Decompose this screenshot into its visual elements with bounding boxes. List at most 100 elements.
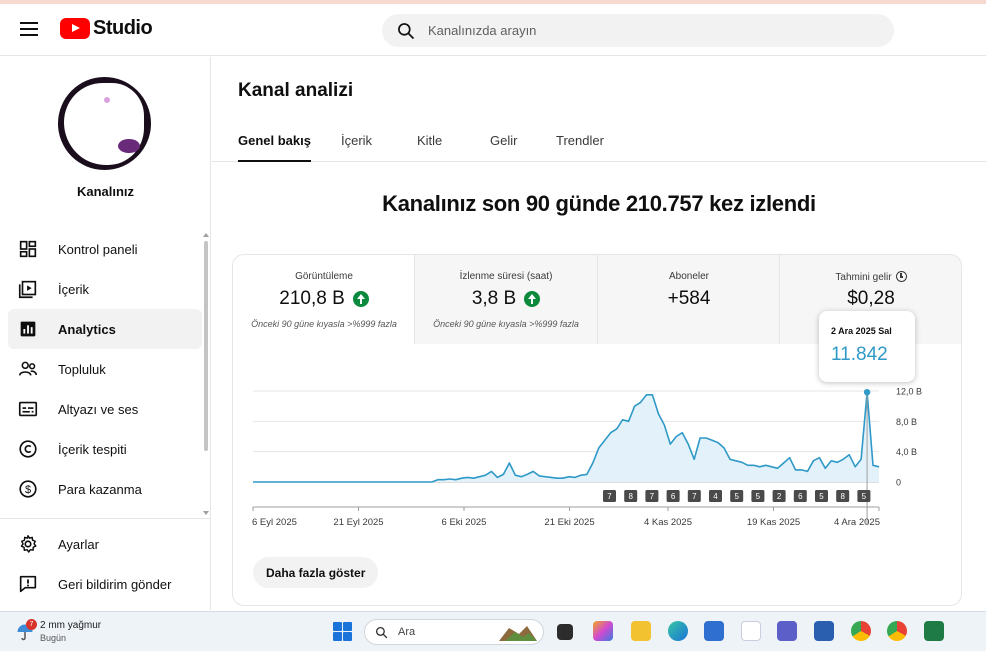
- analytics-tabs: Genel bakış İçerik Kitle Gelir Trendler: [212, 127, 986, 162]
- sidebar-item-subtitles[interactable]: Altyazı ve ses: [8, 389, 202, 429]
- main-content: Kanal analizi Genel bakış İçerik Kitle G…: [212, 57, 986, 610]
- sidebar-item-label: Para kazanma: [58, 481, 142, 497]
- chrome-profile-icon[interactable]: [887, 621, 907, 641]
- sidebar-nav: Kontrol paneli İçerik Analytics Topluluk…: [8, 229, 202, 509]
- mail-icon[interactable]: [741, 621, 761, 641]
- logo-text: Studio: [93, 17, 153, 39]
- weather-widget[interactable]: 7 2 mm yağmur Bugün: [14, 618, 154, 646]
- channel-avatar[interactable]: [58, 77, 151, 170]
- weather-title: 2 mm yağmur: [40, 620, 102, 631]
- dashboard-icon: [19, 240, 37, 258]
- x-tick-label: 21 Eki 2025: [544, 517, 594, 528]
- windows-start-icon[interactable]: [333, 622, 352, 641]
- community-icon: [18, 361, 38, 376]
- sidebar-item-label: Analytics: [58, 321, 116, 337]
- windows-taskbar: 7 2 mm yağmur Bugün Ara: [0, 611, 986, 651]
- video-marker-label: 5: [756, 492, 761, 501]
- y-tick-label: 8,0 B: [896, 417, 917, 427]
- highlighted-point: [863, 388, 871, 396]
- menu-icon[interactable]: [20, 22, 38, 36]
- content-icon: [18, 280, 37, 299]
- x-tick-label: 19 Kas 2025: [747, 517, 800, 528]
- search-icon: [398, 22, 415, 39]
- analytics-card: Görüntüleme 210,8 B Önceki 90 güne kıyas…: [232, 254, 962, 606]
- taskbar-search-label: Ara: [398, 626, 416, 638]
- video-marker-label: 5: [819, 492, 824, 501]
- show-more-button[interactable]: Daha fazla göster: [253, 557, 379, 588]
- chart-tooltip: 2 Ara 2025 Sal 11.842: [819, 311, 915, 382]
- x-tick-label: 4 Kas 2025: [644, 517, 692, 528]
- tooltip-date: 2 Ara 2025 Sal: [831, 326, 892, 336]
- sidebar-item-label: İçerik: [58, 281, 90, 297]
- edge-icon[interactable]: [668, 621, 688, 641]
- subtitles-icon: [18, 401, 38, 417]
- search-input[interactable]: [428, 23, 848, 38]
- series-area: [253, 392, 879, 482]
- scrollbar-thumb[interactable]: [204, 241, 208, 451]
- sidebar: Kanalınız Kontrol paneli İçerik Analytic…: [0, 57, 211, 610]
- monetization-icon: $: [19, 480, 37, 498]
- tab-audience[interactable]: Kitle: [417, 133, 442, 162]
- views-chart[interactable]: 12,0 B 8,0 B 4,0 B 0 7 8 7 6 7 4 5 5 2 6 5 8 5 6 Eyl 2025…: [233, 255, 962, 606]
- vpn-icon[interactable]: [814, 621, 834, 641]
- x-tick-label: 6 Eki 2025: [442, 517, 487, 528]
- youtube-logo-icon: [60, 18, 90, 39]
- tab-content[interactable]: İçerik: [341, 133, 372, 162]
- excel-icon[interactable]: [924, 621, 944, 641]
- task-view-icon[interactable]: [557, 624, 573, 640]
- sidebar-item-label: İçerik tespiti: [58, 441, 127, 457]
- chrome-icon[interactable]: [851, 621, 871, 641]
- video-marker-label: 7: [607, 492, 612, 501]
- sidebar-item-community[interactable]: Topluluk: [8, 349, 202, 389]
- y-tick-label: 12,0 B: [896, 387, 922, 397]
- teams-icon[interactable]: [777, 621, 797, 641]
- header: Studio: [0, 4, 986, 56]
- analytics-icon: [20, 321, 36, 337]
- sidebar-divider: [0, 518, 211, 519]
- scroll-down-arrow-icon[interactable]: [203, 511, 209, 515]
- page-title: Kanal analizi: [238, 80, 354, 101]
- sidebar-item-analytics[interactable]: Analytics: [8, 309, 202, 349]
- tab-revenue[interactable]: Gelir: [490, 133, 517, 162]
- search-bar[interactable]: [382, 14, 894, 47]
- settings-icon: [20, 535, 37, 553]
- store-icon[interactable]: [704, 621, 724, 641]
- sidebar-item-settings[interactable]: Ayarlar: [8, 524, 202, 564]
- views-headline: Kanalınız son 90 günde 210.757 kez izlen…: [382, 191, 816, 216]
- studio-logo[interactable]: Studio: [60, 17, 153, 40]
- file-explorer-icon[interactable]: [631, 621, 651, 641]
- copyright-icon: [19, 440, 37, 458]
- y-tick-label: 0: [896, 478, 901, 488]
- sidebar-item-monetization[interactable]: $ Para kazanma: [8, 469, 202, 509]
- weather-subtitle: Bugün: [40, 633, 67, 643]
- tooltip-value: 11.842: [831, 344, 888, 365]
- sidebar-item-label: Ayarlar: [58, 536, 99, 552]
- taskbar-search[interactable]: Ara: [364, 619, 544, 645]
- sidebar-item-label: Topluluk: [58, 361, 106, 377]
- sidebar-item-label: Kontrol paneli: [58, 241, 138, 257]
- search-icon: [375, 626, 388, 638]
- video-marker-label: 8: [840, 492, 845, 501]
- channel-name: Kanalınız: [76, 184, 135, 199]
- sidebar-item-dashboard[interactable]: Kontrol paneli: [8, 229, 202, 269]
- landscape-icon: [499, 626, 537, 641]
- video-marker-label: 4: [713, 492, 718, 501]
- sidebar-item-label: Altyazı ve ses: [58, 401, 139, 417]
- video-marker-label: 7: [650, 492, 655, 501]
- video-marker-label: 8: [628, 492, 633, 501]
- video-marker-label: 2: [777, 492, 782, 501]
- scroll-up-arrow-icon[interactable]: [203, 233, 209, 237]
- tab-overview[interactable]: Genel bakış: [238, 133, 311, 162]
- weather-badge: 7: [26, 619, 37, 630]
- svg-text:$: $: [25, 484, 31, 496]
- sidebar-scrollbar[interactable]: [203, 233, 209, 455]
- tab-trends[interactable]: Trendler: [556, 133, 604, 162]
- sidebar-item-content[interactable]: İçerik: [8, 269, 202, 309]
- sidebar-item-copyright[interactable]: İçerik tespiti: [8, 429, 202, 469]
- feedback-icon: [19, 575, 37, 593]
- sidebar-item-label: Geri bildirim gönder: [58, 576, 172, 592]
- video-marker-label: 7: [692, 492, 697, 501]
- copilot-icon[interactable]: [593, 621, 613, 641]
- sidebar-item-feedback[interactable]: Geri bildirim gönder: [8, 564, 202, 604]
- y-tick-label: 4,0 B: [896, 447, 917, 457]
